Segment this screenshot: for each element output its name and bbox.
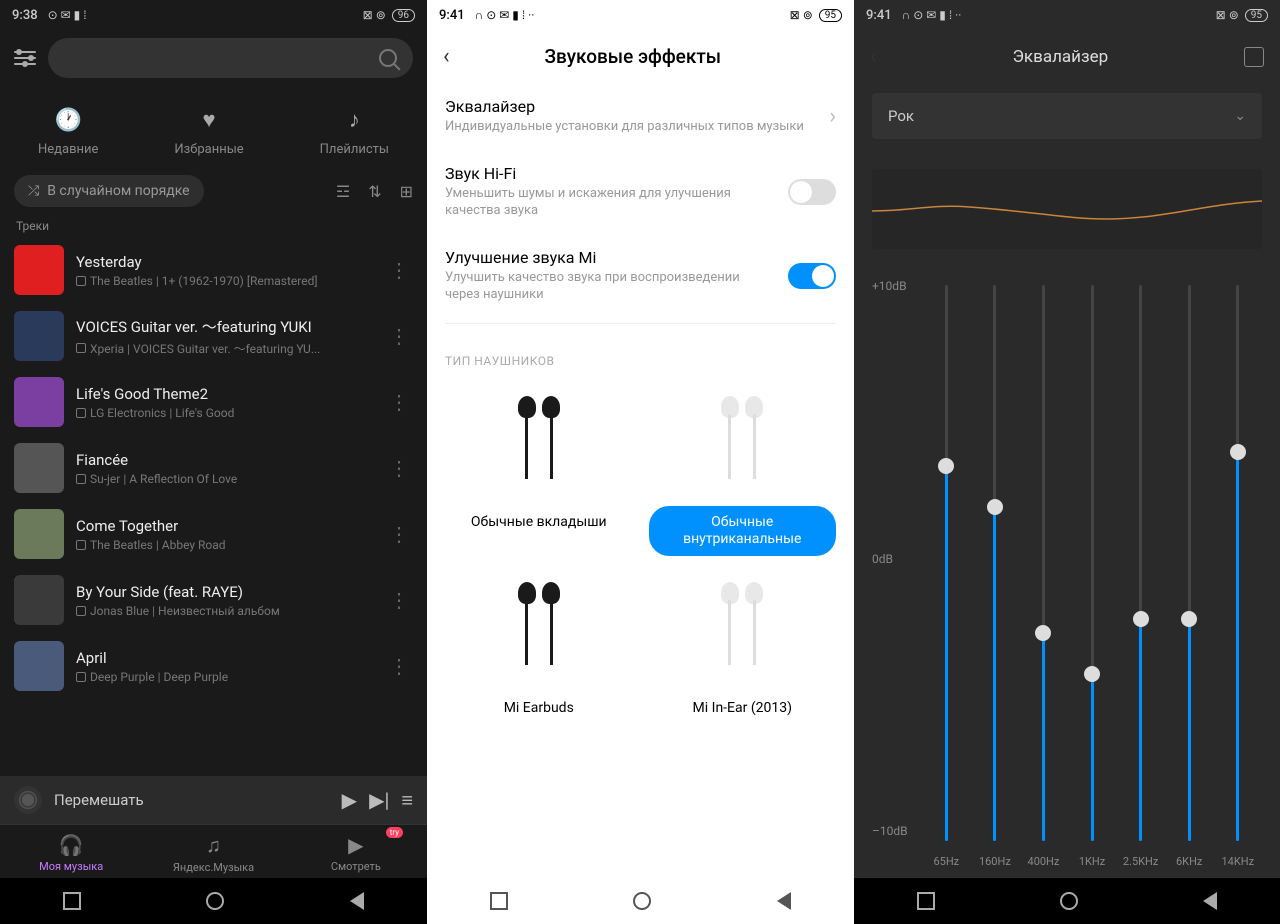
sound-effects-screen: 9:41 ∩ ⊙ ✉ ▮ ⁞ ·· ⊠ ⊚ 95 ‹ Звуковые эффе… <box>427 0 854 924</box>
status-time: 9:38 <box>12 8 38 23</box>
equalizer-screen: 9:41 ∩ ⊙ ✉ ▮ ⁞ ·· ⊠ ⊚ 95 ‹ Эквалайзер Ро… <box>854 0 1280 924</box>
grid-icon[interactable]: ⊞ <box>400 182 413 201</box>
headphone-option-0[interactable]: Обычные вкладыши <box>445 386 633 556</box>
status-time: 9:41 <box>439 8 465 23</box>
shuffle-button[interactable]: ⤮ В случайном порядке <box>14 175 204 207</box>
eq-band-2[interactable]: 400Hz <box>1019 279 1068 868</box>
headphone-option-2[interactable]: Mi Earbuds <box>445 572 633 725</box>
chevron-right-icon: › <box>829 104 836 129</box>
track-row[interactable]: Fiancée Su-jer | A Reflection Of Love ⋮ <box>0 435 427 501</box>
nav-2[interactable]: try ▶Смотреть <box>285 825 427 878</box>
headphone-option-1[interactable]: Обычные внутриканальные <box>649 386 837 556</box>
home-button[interactable] <box>633 892 651 910</box>
eq-band-3[interactable]: 1KHz <box>1068 279 1117 868</box>
system-nav <box>854 878 1280 924</box>
more-icon[interactable]: ⋮ <box>385 456 413 480</box>
shuffle-icon: ⤮ <box>28 183 39 199</box>
more-icon[interactable]: ⋮ <box>385 324 413 348</box>
recents-button[interactable] <box>917 892 935 910</box>
setting-row-1[interactable]: Звук Hi-Fi Уменьшить шумы и искажения дл… <box>427 150 854 234</box>
search-input[interactable] <box>48 38 413 78</box>
album-art <box>14 311 64 361</box>
sort-icon[interactable]: ⇅ <box>368 182 381 201</box>
album-art <box>14 377 64 427</box>
more-icon[interactable]: ⋮ <box>385 654 413 678</box>
track-row[interactable]: April Deep Purple | Deep Purple ⋮ <box>0 633 427 699</box>
preset-dropdown[interactable]: Рок ⌄ <box>872 93 1262 139</box>
status-time: 9:41 <box>866 8 892 23</box>
recents-button[interactable] <box>63 892 81 910</box>
eq-band-1[interactable]: 160Hz <box>971 279 1020 868</box>
album-art <box>14 509 64 559</box>
search-icon <box>379 49 397 67</box>
track-row[interactable]: Come Together The Beatles | Abbey Road ⋮ <box>0 501 427 567</box>
settings-icon[interactable] <box>14 51 36 65</box>
chevron-down-icon: ⌄ <box>1234 108 1246 124</box>
album-art <box>14 641 64 691</box>
music-player-screen: 9:38 ⊙ ✉ ▮ ⁞ ⊠ ⊚ 96 🕐Недавние ♥Избранные ♪… <box>0 0 427 924</box>
queue-icon[interactable]: ≡ <box>401 788 413 813</box>
headphone-section: ТИП НАУШНИКОВ <box>427 330 854 376</box>
eq-band-4[interactable]: 2.5KHz <box>1116 279 1165 868</box>
back-button[interactable] <box>777 892 791 910</box>
play-icon[interactable]: ▶ <box>342 788 357 812</box>
toggle-2[interactable] <box>788 263 836 289</box>
category-0[interactable]: 🕐Недавние <box>38 106 98 157</box>
nav-0[interactable]: 🎧Моя музыка <box>0 825 142 878</box>
more-icon[interactable]: ⋮ <box>385 522 413 546</box>
eq-curve <box>872 169 1262 249</box>
nav-1[interactable]: ♫Яндекс.Музыка <box>142 825 284 878</box>
album-art <box>14 575 64 625</box>
system-nav <box>427 878 854 924</box>
status-bar: 9:41 ∩ ⊙ ✉ ▮ ⁞ ·· ⊠ ⊚ 95 <box>854 0 1280 30</box>
eq-band-5[interactable]: 6KHz <box>1165 279 1214 868</box>
category-1[interactable]: ♥Избранные <box>174 106 243 157</box>
back-icon[interactable]: ‹ <box>443 44 450 69</box>
album-art <box>14 245 64 295</box>
disc-icon <box>14 786 42 814</box>
setting-row-2[interactable]: Улучшение звука Mi Улучшить качество зву… <box>427 234 854 318</box>
toggle-1[interactable] <box>788 179 836 205</box>
back-icon[interactable]: ‹ <box>870 44 877 69</box>
next-icon[interactable]: ▶| <box>369 788 389 812</box>
section-tracks: Треки <box>0 215 427 237</box>
setting-row-0[interactable]: Эквалайзер Индивидуальные установки для … <box>427 83 854 150</box>
fullscreen-icon[interactable] <box>1244 47 1264 67</box>
page-title: Звуковые эффекты <box>450 45 816 68</box>
track-row[interactable]: Yesterday The Beatles | 1+ (1962-1970) [… <box>0 237 427 303</box>
track-row[interactable]: VOICES Guitar ver. ～featuring YUKI Xperi… <box>0 303 427 369</box>
headphone-option-3[interactable]: Mi In-Ear (2013) <box>649 572 837 725</box>
track-row[interactable]: By Your Side (feat. RAYE) Jonas Blue | Н… <box>0 567 427 633</box>
track-row[interactable]: Life's Good Theme2 LG Electronics | Life… <box>0 369 427 435</box>
page-title: Эквалайзер <box>877 47 1244 67</box>
status-bar: 9:38 ⊙ ✉ ▮ ⁞ ⊠ ⊚ 96 <box>0 0 427 30</box>
more-icon[interactable]: ⋮ <box>385 588 413 612</box>
back-button[interactable] <box>1203 892 1217 910</box>
eq-band-0[interactable]: 65Hz <box>922 279 971 868</box>
now-playing-bar[interactable]: Перемешать ▶ ▶| ≡ <box>0 776 427 824</box>
eq-band-6[interactable]: 14KHz <box>1213 279 1262 868</box>
system-nav <box>0 878 427 924</box>
checklist-icon[interactable]: ☲ <box>336 182 350 201</box>
home-button[interactable] <box>1060 892 1078 910</box>
album-art <box>14 443 64 493</box>
home-button[interactable] <box>206 892 224 910</box>
status-bar: 9:41 ∩ ⊙ ✉ ▮ ⁞ ·· ⊠ ⊚ 95 <box>427 0 854 30</box>
more-icon[interactable]: ⋮ <box>385 390 413 414</box>
recents-button[interactable] <box>490 892 508 910</box>
more-icon[interactable]: ⋮ <box>385 258 413 282</box>
back-button[interactable] <box>350 892 364 910</box>
category-2[interactable]: ♪Плейлисты <box>320 106 389 157</box>
